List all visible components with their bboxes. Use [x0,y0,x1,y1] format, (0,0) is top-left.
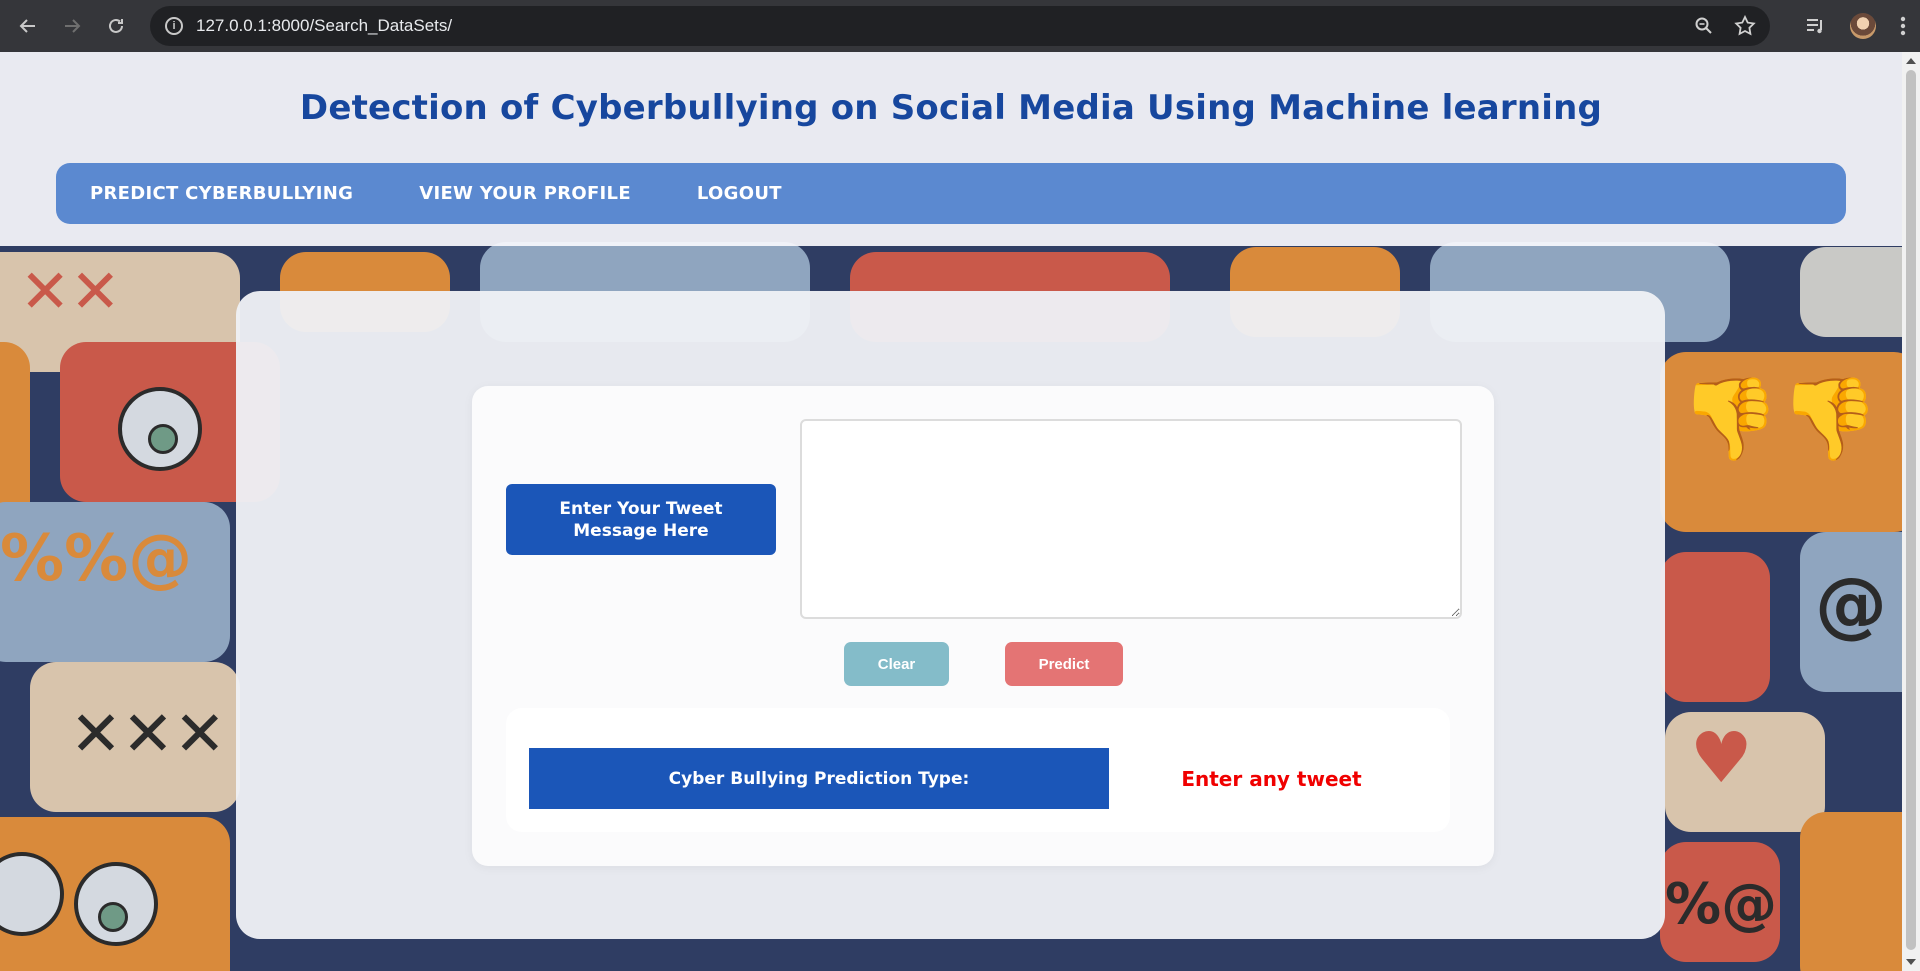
kebab-menu-icon[interactable] [1900,15,1906,37]
reload-button[interactable] [94,4,138,48]
result-box: Cyber Bullying Prediction Type: Enter an… [506,708,1450,832]
bg-glyph: ♥ [1690,717,1753,799]
zoom-icon[interactable] [1694,16,1714,36]
scroll-down-icon[interactable] [1906,959,1916,965]
address-bar[interactable]: i 127.0.0.1:8000/Search_DataSets/ [150,6,1770,46]
bg-bubble [1800,812,1902,971]
predict-button[interactable]: Predict [1005,642,1123,686]
forward-button[interactable] [50,4,94,48]
nav-logout[interactable]: LOGOUT [697,183,782,204]
browser-toolbar: i 127.0.0.1:8000/Search_DataSets/ [0,0,1920,52]
main-panel: Enter Your Tweet Message Here Clear Pred… [236,291,1665,939]
site-title: Detection of Cyberbullying on Social Med… [299,88,1603,128]
arrow-left-icon [19,19,35,33]
site-header: Detection of Cyberbullying on Social Med… [0,52,1902,246]
star-icon[interactable] [1734,15,1756,37]
site-info-button[interactable]: i [154,6,194,46]
nav-predict-cyberbullying[interactable]: PREDICT CYBERBULLYING [90,183,353,204]
bg-glyph: @ [1815,562,1887,646]
bg-eye [148,424,178,454]
url-text[interactable]: 127.0.0.1:8000/Search_DataSets/ [196,16,452,36]
back-button[interactable] [6,4,50,48]
profile-avatar[interactable] [1850,13,1876,39]
scroll-up-icon[interactable] [1906,58,1916,64]
clear-button[interactable]: Clear [844,642,949,686]
scroll-thumb[interactable] [1906,70,1916,950]
reload-icon [109,18,123,33]
bg-glyph: ✕✕ [20,257,121,327]
bg-bubble [1800,247,1902,337]
main-navbar: PREDICT CYBERBULLYING VIEW YOUR PROFILE … [56,163,1846,224]
tweet-label: Enter Your Tweet Message Here [506,484,776,555]
info-icon: i [165,17,183,35]
result-label: Cyber Bullying Prediction Type: [529,748,1109,809]
bg-eye [98,902,128,932]
page-viewport: ✕✕ %%@ ✕✕✕ 👎👎 @ ♥ %@ Detection of Cyberb… [0,52,1902,971]
bg-glyph: 👎👎 [1680,372,1880,465]
bg-glyph: %@ [1665,872,1778,937]
bg-bubble [1660,552,1770,702]
bg-glyph: ✕✕✕ [70,697,226,770]
prediction-form: Enter Your Tweet Message Here Clear Pred… [472,386,1494,866]
result-value: Enter any tweet [1181,766,1362,791]
media-controls-icon[interactable] [1804,15,1826,37]
arrow-right-icon [65,19,81,33]
tweet-textarea[interactable] [800,419,1462,619]
nav-view-profile[interactable]: VIEW YOUR PROFILE [419,183,631,204]
page-scrollbar[interactable] [1902,52,1920,971]
bg-glyph: %%@ [0,522,193,596]
